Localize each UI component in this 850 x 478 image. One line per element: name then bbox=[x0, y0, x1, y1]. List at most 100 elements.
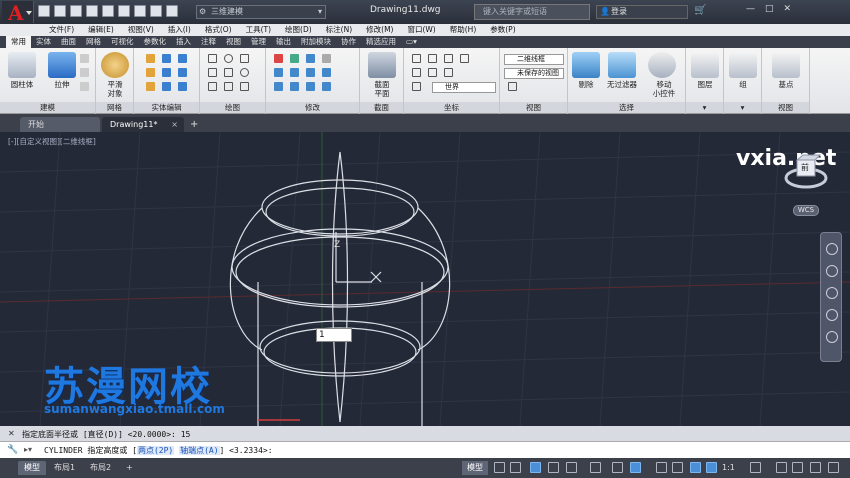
circle-icon[interactable] bbox=[224, 54, 233, 63]
model-space-button[interactable]: 模型 bbox=[462, 461, 488, 475]
close-button[interactable]: ✕ bbox=[784, 4, 792, 14]
intersect-icon[interactable] bbox=[146, 82, 155, 91]
union-icon[interactable] bbox=[146, 54, 155, 63]
save-icon[interactable] bbox=[70, 5, 82, 17]
tab-visualize[interactable]: 可视化 bbox=[106, 36, 139, 48]
menu-window[interactable]: 窗口(W) bbox=[400, 24, 442, 36]
isodraft-icon[interactable] bbox=[566, 462, 577, 473]
copy-icon[interactable] bbox=[274, 68, 283, 77]
customize-icon[interactable] bbox=[828, 462, 839, 473]
auto-scale-icon[interactable] bbox=[706, 462, 717, 473]
print-icon[interactable] bbox=[134, 5, 146, 17]
panel-label-mesh[interactable]: 网格 bbox=[96, 102, 133, 113]
imprint-icon[interactable] bbox=[162, 68, 171, 77]
minimize-button[interactable]: — bbox=[746, 4, 755, 14]
login-button[interactable]: 👤 登录 bbox=[596, 5, 688, 19]
arc-icon[interactable] bbox=[240, 54, 249, 63]
add-layout-icon[interactable]: + bbox=[120, 461, 139, 475]
3d-osnap-icon[interactable] bbox=[630, 462, 641, 473]
erase-icon[interactable] bbox=[322, 54, 331, 63]
panel-label-select[interactable]: 选择 bbox=[568, 102, 685, 113]
lineweight-icon[interactable] bbox=[656, 462, 667, 473]
zoom-icon[interactable] bbox=[826, 287, 838, 299]
search-input[interactable]: 键入关键字或短语 ⌕ bbox=[474, 4, 607, 20]
steering-wheel-icon[interactable] bbox=[826, 243, 838, 255]
new-file-icon[interactable] bbox=[38, 5, 50, 17]
ucs-object-icon[interactable] bbox=[428, 68, 437, 77]
saved-view-dropdown[interactable]: 未保存的视图 bbox=[504, 68, 564, 79]
wrench-icon[interactable]: 🔧 bbox=[7, 445, 18, 455]
section-plane-icon[interactable] bbox=[368, 52, 396, 78]
annotation-visibility-icon[interactable] bbox=[690, 462, 701, 473]
shell-icon[interactable] bbox=[178, 54, 187, 63]
visual-style-dropdown[interactable]: 二维线框 bbox=[504, 54, 564, 65]
redo-icon[interactable] bbox=[166, 5, 178, 17]
ucs-y-icon[interactable] bbox=[444, 54, 453, 63]
cloud-save-icon[interactable] bbox=[118, 5, 130, 17]
menu-help[interactable]: 帮助(H) bbox=[443, 24, 484, 36]
add-tab-icon[interactable]: + bbox=[190, 119, 198, 130]
save-as-icon[interactable] bbox=[86, 5, 98, 17]
revolve-icon[interactable] bbox=[80, 68, 89, 77]
tab-view[interactable]: 视图 bbox=[221, 36, 246, 48]
polyline-icon[interactable] bbox=[208, 54, 217, 63]
rotate-icon[interactable] bbox=[290, 54, 299, 63]
undo-icon[interactable] bbox=[150, 5, 162, 17]
tab-parametric[interactable]: 参数化 bbox=[139, 36, 172, 48]
menu-edit[interactable]: 编辑(E) bbox=[81, 24, 121, 36]
drawing-canvas[interactable]: [-][自定义视图][二维线框] Z 1 苏漫网校 sumanwangxiao.… bbox=[0, 132, 850, 426]
menu-view[interactable]: 视图(V) bbox=[121, 24, 161, 36]
menu-tools[interactable]: 工具(T) bbox=[239, 24, 278, 36]
subtract-icon[interactable] bbox=[146, 68, 155, 77]
tab-annotate[interactable]: 注释 bbox=[196, 36, 221, 48]
grid-icon[interactable] bbox=[494, 462, 505, 473]
menu-parametric[interactable]: 参数(P) bbox=[483, 24, 522, 36]
showmotion-icon[interactable] bbox=[826, 331, 838, 343]
object-snap-tracking-icon[interactable] bbox=[590, 462, 601, 473]
separate-icon[interactable] bbox=[162, 82, 171, 91]
panel-label-solid-edit[interactable]: 实体编辑 bbox=[134, 102, 199, 113]
orbit-icon[interactable] bbox=[826, 309, 838, 321]
panel-label-views[interactable]: 视图 bbox=[762, 102, 809, 113]
panel-label-coordinates[interactable]: 坐标 bbox=[404, 102, 499, 113]
fullscreen-icon[interactable] bbox=[810, 462, 821, 473]
command-line[interactable]: 🔧 ▸▾ CYLINDER 指定高度或 [两点(2P) 轴端点(A)] <3.2… bbox=[0, 442, 850, 458]
sweep-icon[interactable] bbox=[80, 82, 89, 91]
cull-icon[interactable] bbox=[572, 52, 600, 78]
ucs-view-icon[interactable] bbox=[412, 68, 421, 77]
ribbon-minimize-icon[interactable]: ▭▾ bbox=[401, 36, 422, 48]
viewport-controls-label[interactable]: [-][自定义视图][二维线框] bbox=[8, 136, 96, 147]
menu-dimension[interactable]: 标注(N) bbox=[319, 24, 359, 36]
option-two-points[interactable]: 两点(2P) bbox=[136, 446, 175, 455]
stretch-icon[interactable] bbox=[274, 82, 283, 91]
tab-mesh[interactable]: 网格 bbox=[81, 36, 106, 48]
ucs-z-icon[interactable] bbox=[460, 54, 469, 63]
slice-icon[interactable] bbox=[178, 68, 187, 77]
ucs-x-icon[interactable] bbox=[428, 54, 437, 63]
loft-icon[interactable] bbox=[80, 54, 89, 63]
viewcube[interactable]: 前 bbox=[784, 152, 828, 192]
panel-label-layers[interactable]: ▾ bbox=[686, 102, 723, 113]
panel-label-modeling[interactable]: 建模 bbox=[0, 102, 95, 113]
scale-icon[interactable] bbox=[290, 82, 299, 91]
tab-surface[interactable]: 曲面 bbox=[56, 36, 81, 48]
close-icon[interactable]: × bbox=[171, 117, 178, 132]
tab-output[interactable]: 输出 bbox=[271, 36, 296, 48]
move-gizmo-icon[interactable] bbox=[648, 52, 676, 78]
open-file-icon[interactable] bbox=[54, 5, 66, 17]
viewport-icon[interactable] bbox=[508, 82, 517, 91]
exchange-apps-icon[interactable]: 🛒 bbox=[694, 5, 706, 16]
tab-home[interactable]: 常用 bbox=[6, 36, 31, 48]
array-icon[interactable] bbox=[306, 82, 315, 91]
command-prompt[interactable]: CYLINDER 指定高度或 [两点(2P) 轴端点(A)] <3.2334>: bbox=[44, 445, 273, 456]
thicken-icon[interactable] bbox=[178, 82, 187, 91]
annotation-scale[interactable]: 1:1 bbox=[722, 461, 735, 475]
layout-tab-layout2[interactable]: 布局2 bbox=[84, 461, 117, 475]
file-tab-drawing11[interactable]: Drawing11* × bbox=[102, 117, 184, 132]
panel-label-view[interactable]: 视图 bbox=[500, 102, 567, 113]
spline-icon[interactable] bbox=[224, 82, 233, 91]
ellipse-icon[interactable] bbox=[240, 68, 249, 77]
polygon-icon[interactable] bbox=[208, 82, 217, 91]
wcs-menu[interactable]: WCS bbox=[793, 205, 819, 216]
no-filter-icon[interactable] bbox=[608, 52, 636, 78]
